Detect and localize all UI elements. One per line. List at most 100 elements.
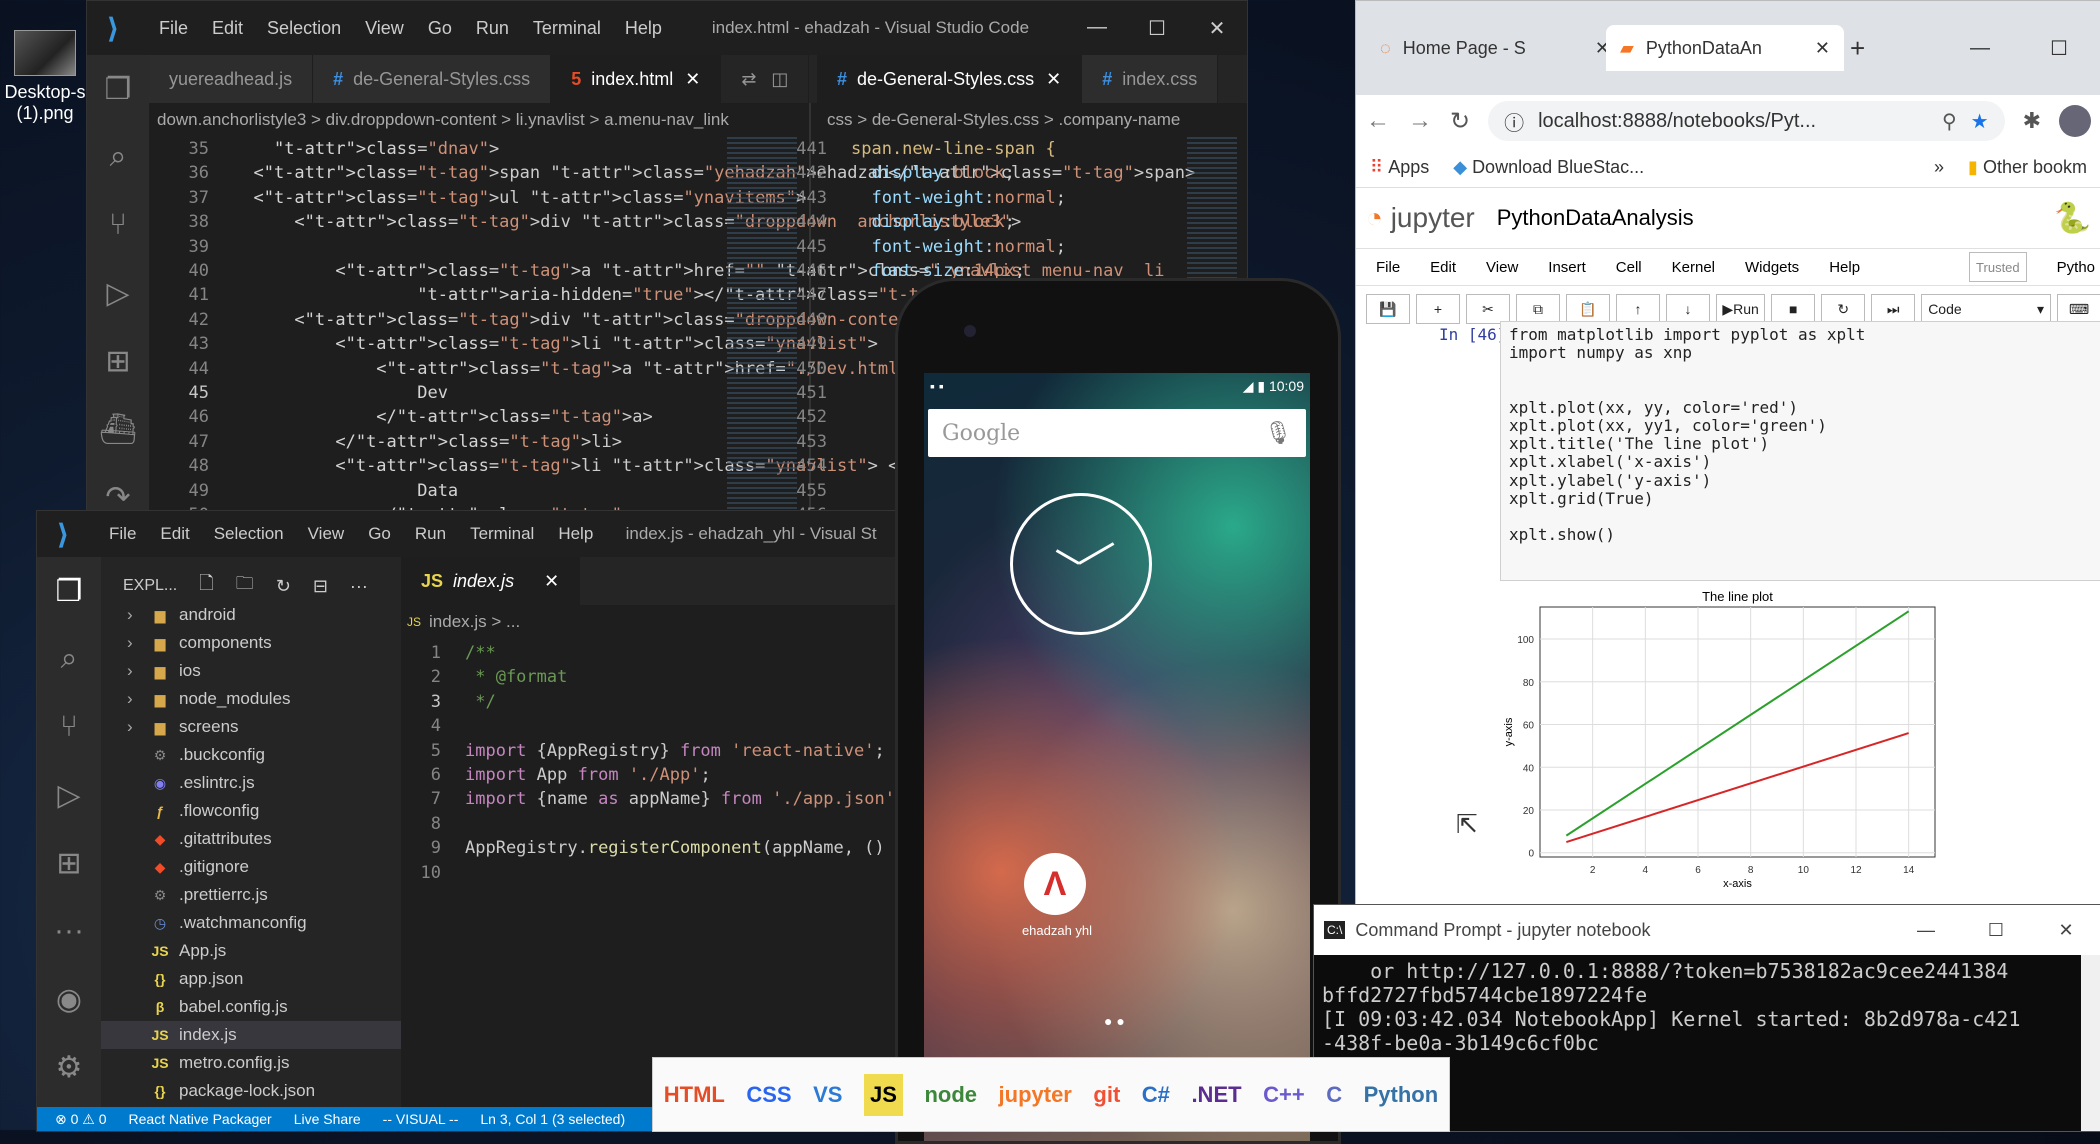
cut-icon[interactable]: ✂ xyxy=(1466,294,1510,324)
tree-item--eslintrc-js[interactable]: ◉ .eslintrc.js xyxy=(101,769,401,797)
tab-yuereadhead[interactable]: yuereadhead.js xyxy=(149,55,314,103)
maximize-button[interactable]: ☐ xyxy=(1127,16,1187,41)
minimize-button[interactable]: — xyxy=(1891,920,1961,941)
menu-item-terminal[interactable]: Terminal xyxy=(470,524,534,543)
tree-item-babel-config-js[interactable]: β babel.config.js xyxy=(101,993,401,1021)
new-file-icon[interactable]: 🗋 xyxy=(199,571,213,601)
menu-item-view[interactable]: View xyxy=(308,524,345,543)
stop-icon[interactable]: ■ xyxy=(1771,294,1816,324)
settings-gear-icon[interactable]: ⚙ xyxy=(37,1033,101,1101)
address-bar[interactable]: ⓘ localhost:8888/notebooks/Pyt... ⚲ ★ xyxy=(1488,101,2005,141)
tree-item-index-js[interactable]: JS index.js xyxy=(101,1021,401,1049)
menu-item-run[interactable]: Run xyxy=(415,524,446,543)
microphone-icon[interactable]: 🎙 xyxy=(1264,420,1292,446)
jupyter-menu-file[interactable]: File xyxy=(1376,259,1400,276)
add-cell-icon[interactable]: + xyxy=(1416,294,1460,324)
status-item-3[interactable]: -- VISUAL -- xyxy=(383,1111,459,1127)
search-icon[interactable]: ⌕ xyxy=(87,123,149,191)
keyboard-icon[interactable]: ⌨ xyxy=(2057,294,2100,324)
jupyter-logo-icon[interactable]: ◔ jupyter xyxy=(1366,202,1475,234)
more-actions-icon[interactable]: ··· xyxy=(350,576,368,597)
maximize-button[interactable]: ☐ xyxy=(2036,25,2082,71)
account-icon[interactable]: ◉ xyxy=(37,965,101,1033)
search-icon[interactable]: ⌕ xyxy=(37,625,101,693)
jupyter-menu-view[interactable]: View xyxy=(1486,259,1518,276)
menu-item-go[interactable]: Go xyxy=(368,524,391,543)
status-item-0[interactable]: ⊗ 0 ⚠ 0 xyxy=(55,1111,107,1128)
tree-item-package-lock-json[interactable]: {} package-lock.json xyxy=(101,1077,401,1105)
jupyter-menu-edit[interactable]: Edit xyxy=(1430,259,1456,276)
desktop-file-icon[interactable]: Desktop-s (1).png xyxy=(0,30,90,124)
tree-item--watchmanconfig[interactable]: ◷ .watchmanconfig xyxy=(101,909,401,937)
tab-general-styles[interactable]: # de-General-Styles.css xyxy=(313,55,552,103)
extensions-icon[interactable]: ⊞ xyxy=(87,327,149,395)
zoom-icon[interactable]: ⚲ xyxy=(1942,109,1957,134)
copy-icon[interactable]: ⧉ xyxy=(1516,294,1560,324)
tree-item--gitignore[interactable]: ◆ .gitignore xyxy=(101,853,401,881)
breadcrumb-left[interactable]: down.anchorlistyle3 > div.droppdown-cont… xyxy=(157,103,807,137)
more-icon[interactable]: ··· xyxy=(37,897,101,965)
bookmark-star-icon[interactable]: ★ xyxy=(1971,109,1989,134)
breadcrumb[interactable]: JS index.js > ... xyxy=(407,605,887,639)
tree-item-components[interactable]: › ▆ components xyxy=(101,629,401,657)
menu-item-help[interactable]: Help xyxy=(625,18,662,38)
split-editor-icon[interactable]: ⇄ ◫ xyxy=(721,55,810,103)
tab-index-js[interactable]: JS index.js ✕ xyxy=(401,557,581,605)
code-cell[interactable]: from matplotlib import pyplot as xplt im… xyxy=(1500,321,2100,581)
close-tab-icon[interactable]: ✕ xyxy=(544,571,559,592)
close-tab-icon[interactable]: ✕ xyxy=(1046,69,1061,90)
breadcrumb-right[interactable]: css > de-General-Styles.css > .company-n… xyxy=(827,103,1247,137)
extensions-icon[interactable]: ⊞ xyxy=(37,829,101,897)
menu-item-help[interactable]: Help xyxy=(558,524,593,543)
tree-item-screens[interactable]: › ▆ screens xyxy=(101,713,401,741)
trusted-badge[interactable]: Trusted xyxy=(1969,252,2027,282)
tab-general-styles-right[interactable]: # de-General-Styles.css ✕ xyxy=(817,55,1083,103)
jupyter-menu-cell[interactable]: Cell xyxy=(1616,259,1642,276)
tree-item-android[interactable]: › ▆ android xyxy=(101,601,401,629)
profile-avatar[interactable] xyxy=(2059,105,2091,137)
minimize-button[interactable]: — xyxy=(1067,16,1127,41)
tab-home-page[interactable]: ◌ Home Page - S ✕ xyxy=(1366,25,1624,71)
bookmark-bluestacks[interactable]: ◆ Download BlueStac... xyxy=(1453,157,1644,178)
cmd-scrollbar[interactable] xyxy=(2081,955,2100,1131)
paste-icon[interactable]: 📋 xyxy=(1566,294,1610,324)
tree-item-node-modules[interactable]: › ▆ node_modules xyxy=(101,685,401,713)
tab-index-css[interactable]: # index.css xyxy=(1082,55,1219,103)
menu-item-file[interactable]: File xyxy=(159,18,188,38)
cell-type-select[interactable]: Code ▾ xyxy=(1921,294,2051,324)
ehadzah-app-icon[interactable]: Λ xyxy=(1024,853,1086,915)
tree-item-ios[interactable]: › ▆ ios xyxy=(101,657,401,685)
jupyter-menu-widgets[interactable]: Widgets xyxy=(1745,259,1799,276)
js-code-editor[interactable]: 1/** 2 * @format 3 */4 5 import {AppRegistry… xyxy=(401,641,897,885)
menu-item-edit[interactable]: Edit xyxy=(212,18,243,38)
run-debug-icon[interactable]: ▷ xyxy=(37,761,101,829)
html-code-editor[interactable]: 35 "t-attr">class="dnav"> 36 <"t-attr">cl… xyxy=(149,137,1247,516)
close-button[interactable]: ✕ xyxy=(2031,920,2100,941)
status-item-4[interactable]: Ln 3, Col 1 (3 selected) xyxy=(480,1111,625,1127)
status-item-1[interactable]: React Native Packager xyxy=(129,1111,272,1127)
menu-item-view[interactable]: View xyxy=(365,18,404,38)
explorer-icon[interactable]: ❐ xyxy=(87,55,149,123)
extensions-icon[interactable]: ✱ xyxy=(2023,108,2041,134)
reload-icon[interactable]: ↻ xyxy=(1450,107,1470,136)
bookmark-other[interactable]: ▮ Other bookm xyxy=(1968,157,2087,178)
docker-icon[interactable]: ⛴ xyxy=(87,395,149,463)
menu-item-run[interactable]: Run xyxy=(476,18,509,38)
jupyter-menu-help[interactable]: Help xyxy=(1829,259,1860,276)
status-item-2[interactable]: Live Share xyxy=(294,1111,361,1127)
source-control-icon[interactable]: ⑂ xyxy=(37,693,101,761)
move-down-icon[interactable]: ↓ xyxy=(1666,294,1710,324)
bookmark-apps[interactable]: ⠿ Apps xyxy=(1370,157,1429,178)
new-folder-icon[interactable]: 🗀 xyxy=(236,571,254,601)
run-debug-icon[interactable]: ▷ xyxy=(87,259,149,327)
more-bookmarks-icon[interactable]: » xyxy=(1934,157,1944,178)
cmd-output[interactable]: or http://127.0.0.1:8888/?token=b7538182… xyxy=(1314,955,2100,1059)
fast-forward-icon[interactable]: ⏭ xyxy=(1871,294,1916,324)
run-button[interactable]: ▶ Run xyxy=(1716,294,1766,324)
source-control-icon[interactable]: ⑂ xyxy=(87,191,149,259)
new-tab-button[interactable]: + xyxy=(1836,25,1879,71)
tree-item--buckconfig[interactable]: ⚙ .buckconfig xyxy=(101,741,401,769)
close-tab-icon[interactable]: ✕ xyxy=(1815,38,1830,59)
maximize-button[interactable]: ☐ xyxy=(1961,920,2031,941)
minimize-button[interactable]: — xyxy=(1956,25,2004,71)
